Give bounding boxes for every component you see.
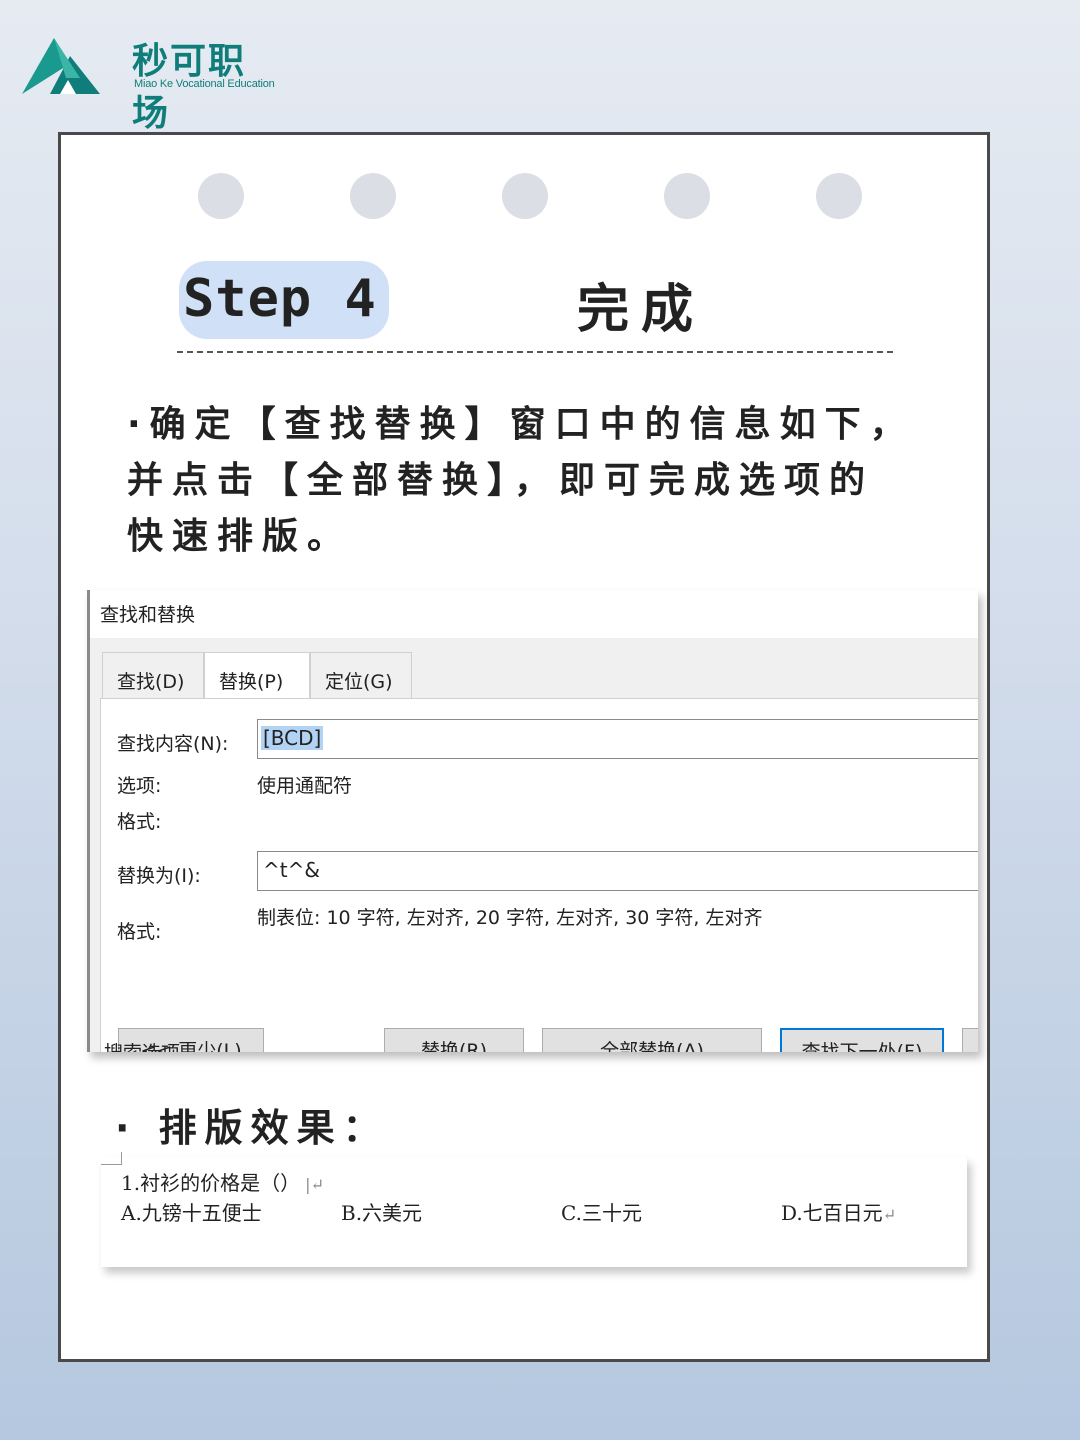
dashed-divider [177,351,893,353]
find-next-button[interactable]: 查找下一处(F) [780,1028,944,1052]
dialog-title: 查找和替换 [100,604,196,626]
tab-replace[interactable]: 替换(P) [204,652,310,700]
options-value: 使用通配符 [257,775,353,797]
paragraph-corner-mark [101,1152,122,1165]
cancel-button-partial[interactable] [962,1028,978,1052]
dialog-body: 查找(D) 替换(P) 定位(G) 查找内容(N): [BCD] 选项: 使用通… [90,638,978,1052]
find-input[interactable]: [BCD] [257,719,978,759]
step-label: Step 4 [183,269,377,329]
binder-hole [816,173,862,219]
result-snippet: 1.衬衫的价格是（） |↵ A.九镑十五便士 B.六美元 C.三十元 D.七百日… [101,1152,967,1267]
binder-hole [350,173,396,219]
format-label: 格式: [117,921,162,943]
paragraph-mark-icon: |↵ [300,1175,324,1194]
replace-value: ^t^& [263,858,320,882]
tab-goto[interactable]: 定位(G) [310,652,412,698]
option-a: A.九镑十五便士 [121,1201,262,1225]
tab-find[interactable]: 查找(D) [102,652,204,698]
effect-heading: · 排版效果： [115,1106,389,1150]
find-replace-dialog: 查找和替换 查找(D) 替换(P) 定位(G) 查找内容(N): [BCD] 选… [87,590,978,1052]
question-label: 1.衬衫的价格是（） [121,1171,301,1195]
binder-hole [198,173,244,219]
mountain-logo-icon [22,38,100,94]
replace-label: 替换为(I): [117,865,201,887]
replace-input[interactable]: ^t^& [257,851,978,891]
option-d: D.七百日元↵ [781,1197,896,1226]
question-text: 1.衬衫的价格是（） |↵ [121,1167,324,1196]
binder-hole [664,173,710,219]
search-options-label: 搜索选项 [104,1038,180,1052]
find-value: [BCD] [261,726,324,750]
option-d-label: D.七百日元 [781,1201,883,1225]
find-label: 查找内容(N): [117,733,229,755]
replace-button[interactable]: 替换(R) [384,1028,524,1052]
format-value: 制表位: 10 字符, 左对齐, 20 字符, 左对齐, 30 字符, 左对齐 [257,907,763,929]
format-label: 格式: [117,811,162,833]
paragraph-mark-icon: ↵ [882,1205,897,1224]
brand-logo: 秒可职场 Miao Ke Vocational Education [20,30,280,134]
option-c: C.三十元 [561,1201,642,1225]
brand-subtitle: Miao Ke Vocational Education [134,78,275,90]
option-b: B.六美元 [341,1201,423,1225]
replace-all-button[interactable]: 全部替换(A) [542,1028,762,1052]
page-title: 完成 [577,280,706,340]
notebook-card: Step 4 完成 ·确定【查找替换】窗口中的信息如下，并点击【全部替换】，即可… [58,132,990,1362]
options-label: 选项: [117,775,162,797]
instruction-text: ·确定【查找替换】窗口中的信息如下，并点击【全部替换】，即可完成选项的快速排版。 [127,404,915,557]
binder-hole [502,173,548,219]
replace-panel: 查找内容(N): [BCD] 选项: 使用通配符 格式: 替换为(I): ^t^… [100,698,978,1052]
